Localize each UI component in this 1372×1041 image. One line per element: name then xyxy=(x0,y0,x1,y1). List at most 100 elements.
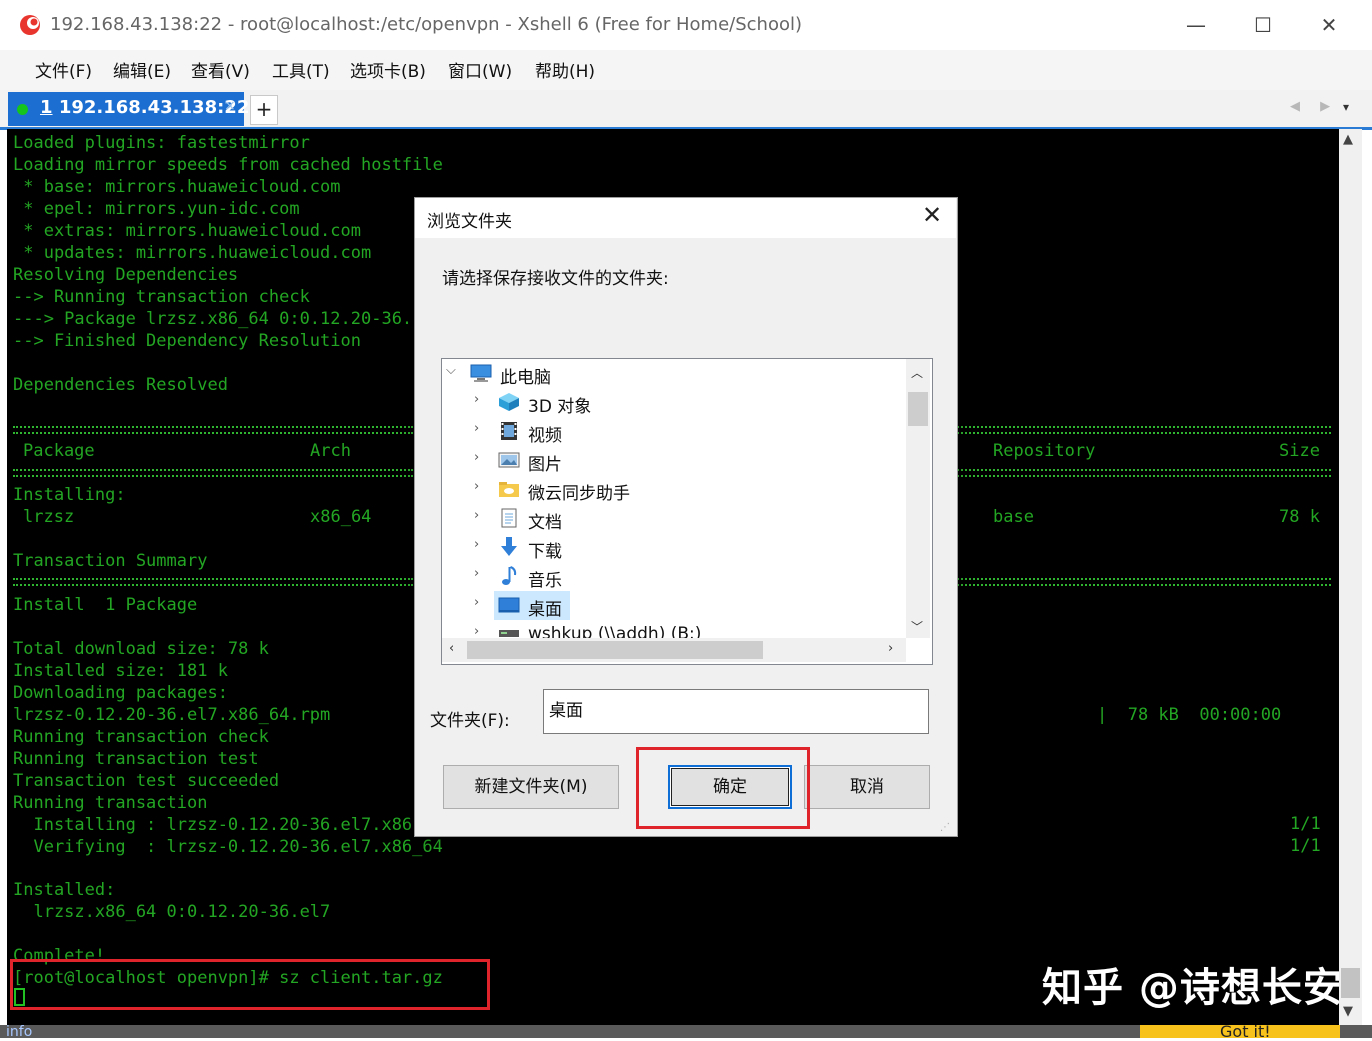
installed-pkg: lrzsz.x86_64 0:0.12.20-36.el7 xyxy=(13,902,331,922)
tree-vertical-thumb[interactable] xyxy=(908,392,928,426)
pkg-repo: base xyxy=(993,507,1034,527)
tab-list-dropdown-icon[interactable]: ▾ xyxy=(1343,100,1349,114)
tree-item-label: 桌面 xyxy=(528,600,562,620)
chevron-right-icon[interactable]: › xyxy=(474,624,479,639)
maximize-button[interactable]: ☐ xyxy=(1248,10,1278,40)
menu-view[interactable]: 查看(V) xyxy=(191,57,250,82)
menu-file[interactable]: 文件(F) xyxy=(35,57,92,82)
tree-item-label: 微云同步助手 xyxy=(528,484,630,504)
separator-line xyxy=(957,469,1331,477)
folder-input[interactable]: 桌面 xyxy=(543,689,929,734)
terminal-line: Loaded plugins: fastestmirror xyxy=(13,133,310,153)
chevron-right-icon[interactable]: › xyxy=(474,537,479,552)
download-stats: | 78 kB 00:00:00 xyxy=(1097,705,1282,725)
chevron-right-icon[interactable]: › xyxy=(474,595,479,610)
terminal-line: ---> Package lrzsz.x86_64 0:0.12.20-36. xyxy=(13,309,413,329)
terminal-line: --> Finished Dependency Resolution xyxy=(13,331,361,351)
deps-resolved-line: Dependencies Resolved xyxy=(13,375,228,395)
cancel-button[interactable]: 取消 xyxy=(804,765,930,809)
desktop-icon xyxy=(498,597,520,613)
separator-line xyxy=(13,469,413,477)
window-title: 192.168.43.138:22 - root@localhost:/etc/… xyxy=(50,14,803,35)
separator-line xyxy=(13,426,413,434)
terminal-line: Transaction test succeeded xyxy=(13,771,280,791)
tree-item-downloads[interactable]: › 下载 xyxy=(442,533,907,562)
tab-scroll-arrows[interactable]: ◀ ▶ xyxy=(1290,99,1338,114)
scroll-left-icon[interactable]: ‹ xyxy=(449,641,454,656)
close-button[interactable]: ✕ xyxy=(1314,10,1344,40)
menu-help[interactable]: 帮助(H) xyxy=(535,57,595,82)
chevron-right-icon[interactable]: › xyxy=(474,479,479,494)
header-size: Size xyxy=(1279,441,1320,461)
terminal-line: Verifying : lrzsz-0.12.20-36.el7.x86_64 xyxy=(13,837,443,857)
terminal-line: lrzsz-0.12.20-36.el7.x86_64.rpm xyxy=(13,705,331,725)
verify-progress: 1/1 xyxy=(1290,836,1321,856)
tree-item-videos[interactable]: › 视频 xyxy=(442,417,907,446)
tree-item-music[interactable]: › 音乐 xyxy=(442,562,907,591)
terminal-line: Running transaction test xyxy=(13,749,259,769)
terminal-line: * epel: mirrors.yun-idc.com xyxy=(13,199,300,219)
scrollbar-thumb[interactable] xyxy=(1341,968,1360,998)
minimize-button[interactable]: — xyxy=(1181,10,1211,40)
tree-horizontal-thumb[interactable] xyxy=(467,641,763,659)
tree-item-pictures[interactable]: › 图片 xyxy=(442,446,907,475)
resize-grip-icon[interactable]: ⋰ xyxy=(940,822,950,833)
tree-item-documents[interactable]: › 文档 xyxy=(442,504,907,533)
chevron-right-icon[interactable]: › xyxy=(474,421,479,436)
folder-field-label: 文件夹(F): xyxy=(430,711,510,731)
install-progress: 1/1 xyxy=(1290,814,1321,834)
dialog-prompt: 请选择保存接收文件的文件夹: xyxy=(442,269,669,289)
menu-tools[interactable]: 工具(T) xyxy=(272,57,330,82)
document-icon xyxy=(501,508,517,528)
terminal-line: Resolving Dependencies xyxy=(13,265,239,285)
pkg-name: lrzsz xyxy=(23,507,75,527)
terminal-line: * extras: mirrors.huaweicloud.com xyxy=(13,221,361,241)
scroll-down-icon[interactable]: ▼ xyxy=(1343,1004,1353,1019)
scroll-up-icon[interactable]: ︿ xyxy=(911,364,923,381)
scroll-up-icon[interactable]: ▲ xyxy=(1343,132,1353,147)
menu-tabs[interactable]: 选项卡(B) xyxy=(350,57,426,82)
separator-line xyxy=(957,426,1331,434)
tree-item-weiyun[interactable]: › 微云同步助手 xyxy=(442,475,907,504)
folder-tree[interactable]: ⌵ 此电脑 › 3D 对象 › 视频 › 图片 › 微云同步助手 › 文档 › … xyxy=(441,358,933,665)
summary-line: Transaction Summary xyxy=(13,551,208,571)
xshell-logo-icon xyxy=(20,15,40,35)
cloud-folder-icon xyxy=(499,482,519,497)
terminal-line: Total download size: 78 k xyxy=(13,639,269,659)
chevron-down-icon[interactable]: ⌵ xyxy=(446,363,456,378)
computer-icon xyxy=(470,364,492,382)
terminal-line: Running transaction xyxy=(13,793,208,813)
chevron-right-icon[interactable]: › xyxy=(474,450,479,465)
tree-item-3d-objects[interactable]: › 3D 对象 xyxy=(442,388,907,417)
chevron-right-icon[interactable]: › xyxy=(474,566,479,581)
tab-close-icon[interactable]: × xyxy=(224,98,236,114)
menu-edit[interactable]: 编辑(E) xyxy=(113,57,171,82)
scroll-right-icon[interactable]: › xyxy=(888,641,893,656)
tree-item-this-pc[interactable]: ⌵ 此电脑 xyxy=(442,359,907,388)
terminal-line: * updates: mirrors.huaweicloud.com xyxy=(13,243,372,263)
dialog-close-icon[interactable]: ✕ xyxy=(922,201,942,229)
tree-item-label: 此电脑 xyxy=(500,368,551,388)
terminal-scrollbar[interactable] xyxy=(1339,129,1362,1025)
header-package: Package xyxy=(23,441,95,461)
header-arch: Arch xyxy=(310,441,351,461)
chevron-right-icon[interactable]: › xyxy=(474,392,479,407)
chevron-right-icon[interactable]: › xyxy=(474,508,479,523)
terminal-line: Installing : lrzsz-0.12.20-36.el7.x86 xyxy=(13,815,413,835)
ok-highlight-box xyxy=(636,747,810,829)
tree-item-desktop-content[interactable]: › 桌面 xyxy=(442,591,907,620)
terminal-line: Loading mirror speeds from cached hostfi… xyxy=(13,155,443,175)
pkg-arch: x86_64 xyxy=(310,507,372,527)
got-it-button[interactable]: Got it! xyxy=(1220,1022,1271,1041)
scroll-down-icon[interactable]: ﹀ xyxy=(911,618,923,635)
menu-window[interactable]: 窗口(W) xyxy=(448,57,512,82)
tree-item-label: 视频 xyxy=(528,426,562,446)
dialog-title: 浏览文件夹 xyxy=(427,212,512,232)
terminal-line: --> Running transaction check xyxy=(13,287,310,307)
terminal-line: * base: mirrors.huaweicloud.com xyxy=(13,177,341,197)
tree-item-label: 图片 xyxy=(528,455,562,475)
installed-header: Installed: xyxy=(13,880,116,900)
new-folder-button[interactable]: 新建文件夹(M) xyxy=(443,765,619,809)
tree-item-label: 下载 xyxy=(528,542,562,562)
new-tab-button[interactable]: + xyxy=(250,95,278,125)
